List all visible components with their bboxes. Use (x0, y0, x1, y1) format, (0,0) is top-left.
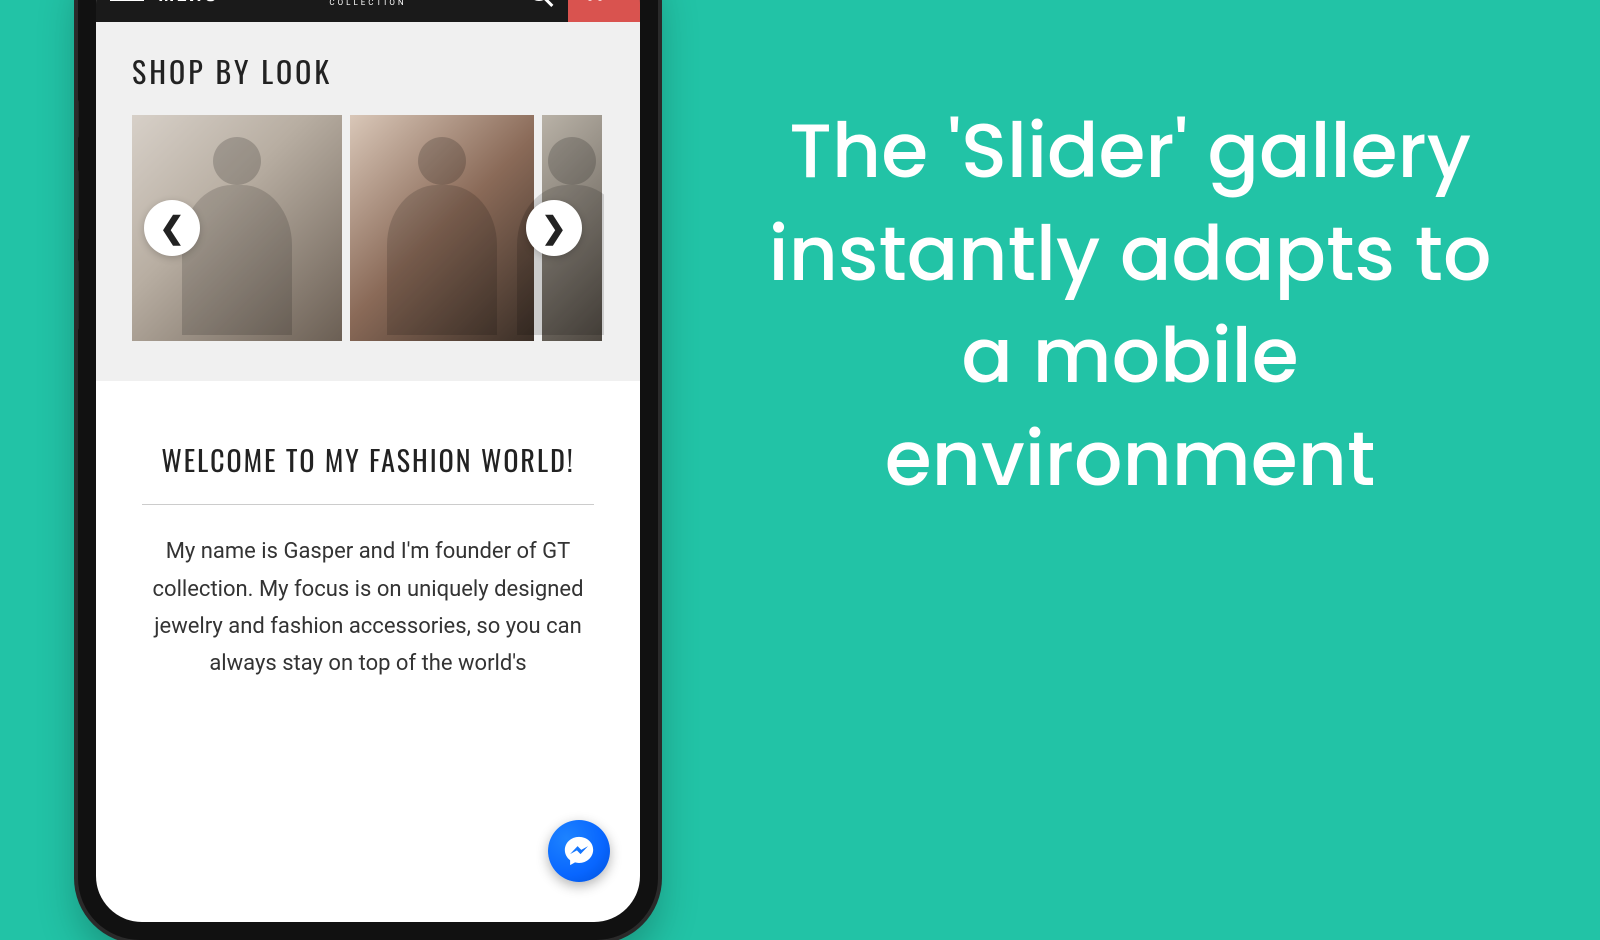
search-button[interactable] (524, 0, 554, 5)
slider-next-button[interactable]: ❯ (526, 200, 582, 256)
brand-logo[interactable]: GT COLLECTION (329, 0, 406, 7)
welcome-title: WELCOME TO MY FASHION WORLD! (142, 441, 594, 505)
cart-icon (580, 0, 608, 1)
phone-side-button (78, 170, 79, 240)
menu-label[interactable]: MENU (158, 0, 219, 8)
phone-side-button (78, 260, 79, 330)
phone-screen: MENU GT COLLECTION (96, 0, 640, 922)
phone-side-button (78, 100, 79, 138)
chevron-right-icon: ❯ (541, 211, 566, 246)
slider-item[interactable] (350, 115, 534, 341)
menu-icon[interactable] (110, 0, 144, 7)
cart-button[interactable]: 0 (568, 0, 640, 22)
gallery-title: SHOP BY LOOK (132, 48, 604, 93)
slider-gallery[interactable]: ❮ ❯ (132, 115, 604, 341)
brand-logo-subtext: COLLECTION (329, 0, 406, 7)
search-icon (528, 0, 550, 1)
chevron-left-icon: ❮ (159, 211, 184, 246)
cart-count: 0 (616, 0, 627, 2)
slider-prev-button[interactable]: ❮ (144, 200, 200, 256)
phone-mockup: MENU GT COLLECTION (78, 0, 658, 940)
gallery-section: SHOP BY LOOK ❮ ❯ (96, 22, 640, 381)
messenger-icon (562, 834, 596, 868)
welcome-body: My name is Gasper and I'm founder of GT … (142, 533, 594, 683)
messenger-fab[interactable] (548, 820, 610, 882)
welcome-section: WELCOME TO MY FASHION WORLD! My name is … (96, 381, 640, 723)
app-header: MENU GT COLLECTION (96, 0, 640, 22)
marketing-caption: The 'Slider' gallery instantly adapts to… (740, 100, 1520, 510)
